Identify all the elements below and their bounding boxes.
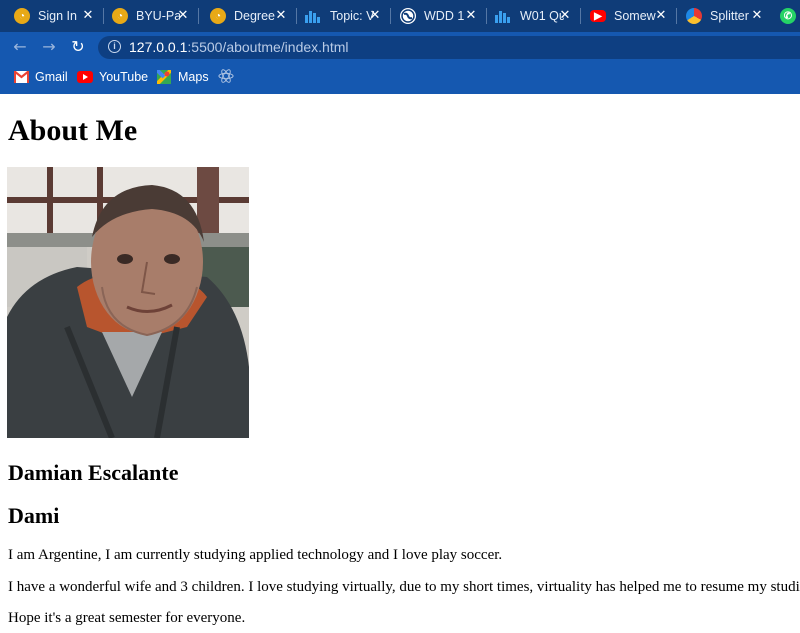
splitter-icon: [686, 8, 702, 24]
bookmark-label: Maps: [178, 70, 209, 84]
bio-paragraph: I am Argentine, I am currently studying …: [8, 547, 503, 563]
bio-paragraph: I have a wonderful wife and 3 children. …: [8, 579, 800, 595]
address-toolbar: ← → ↻ i 127.0.0.1:5500/aboutme/index.htm…: [0, 32, 800, 62]
forward-button[interactable]: →: [38, 37, 60, 57]
url-path: :5500/aboutme/index.html: [187, 39, 349, 55]
tab-whatsapp[interactable]: ✆: [772, 0, 800, 32]
tab-splitter[interactable]: Splitter ✕: [672, 0, 772, 32]
bar-chart-icon: [304, 8, 322, 24]
info-icon[interactable]: i: [108, 40, 121, 53]
bar-chart-icon: [494, 8, 512, 24]
bio-paragraph: Hope it's a great semester for everyone.: [8, 610, 246, 626]
close-icon[interactable]: ✕: [368, 8, 382, 22]
close-icon[interactable]: ✕: [81, 8, 95, 22]
bookmark-gmail[interactable]: Gmail: [13, 70, 68, 84]
byu-logo-icon: ◔: [112, 8, 128, 24]
url-host: 127.0.0.1: [129, 39, 188, 55]
close-icon[interactable]: ✕: [654, 8, 668, 22]
profile-photo: [7, 167, 249, 438]
close-icon[interactable]: ✕: [750, 8, 764, 22]
tab-sign-in[interactable]: ◔ Sign In ✕: [0, 0, 103, 32]
gmail-icon: [13, 70, 29, 84]
whatsapp-icon: ✆: [780, 8, 796, 24]
tab-w01-quiz[interactable]: W01 Qu ✕: [480, 0, 580, 32]
tab-label: Sign In: [38, 9, 77, 23]
tab-strip: ◔ Sign In ✕ ◔ BYU-Pat ✕ ◔ Degree ✕ Topic…: [0, 0, 800, 32]
tab-label: Splitter: [710, 9, 749, 23]
youtube-icon: ▶: [590, 10, 606, 22]
person-nickname: Dami: [8, 503, 60, 528]
tab-label: WDD 1: [424, 9, 465, 23]
tab-wdd[interactable]: WDD 1 ✕: [386, 0, 486, 32]
tab-degree[interactable]: ◔ Degree ✕: [196, 0, 296, 32]
close-icon[interactable]: ✕: [274, 8, 288, 22]
react-icon: [218, 69, 234, 83]
bookmark-label: YouTube: [99, 70, 149, 84]
address-bar[interactable]: i 127.0.0.1:5500/aboutme/index.html: [98, 36, 800, 59]
tab-label: Somew: [614, 9, 656, 23]
bookmark-label: Gmail: [35, 70, 68, 84]
bookmark-youtube[interactable]: YouTube: [77, 70, 148, 84]
page-viewport: About Me Damian Escalante Dami I am Arge…: [0, 94, 800, 633]
bookmark-maps[interactable]: Maps: [156, 70, 209, 84]
globe-icon: [400, 8, 416, 24]
bookmark-extension[interactable]: [218, 69, 240, 83]
tab-youtube-video[interactable]: ▶ Somew ✕: [576, 0, 676, 32]
reload-button[interactable]: ↻: [67, 37, 89, 57]
tab-label: Degree: [234, 9, 275, 23]
tab-byu-pathway[interactable]: ◔ BYU-Pat ✕: [98, 0, 198, 32]
close-icon[interactable]: ✕: [464, 8, 478, 22]
person-name: Damian Escalante: [8, 460, 179, 485]
close-icon[interactable]: ✕: [176, 8, 190, 22]
back-button[interactable]: ←: [9, 37, 31, 57]
tab-label: BYU-Pat: [136, 9, 180, 23]
tab-topic[interactable]: Topic: V ✕: [290, 0, 390, 32]
maps-icon: [156, 70, 172, 84]
bookmarks-bar: Gmail YouTube Maps: [0, 62, 800, 94]
close-icon[interactable]: ✕: [558, 8, 572, 22]
byu-logo-icon: ◔: [210, 8, 226, 24]
page-title: About Me: [8, 114, 138, 147]
byu-logo-icon: ◔: [14, 8, 30, 24]
youtube-icon: [77, 70, 93, 84]
url-text: 127.0.0.1:5500/aboutme/index.html: [129, 39, 349, 55]
